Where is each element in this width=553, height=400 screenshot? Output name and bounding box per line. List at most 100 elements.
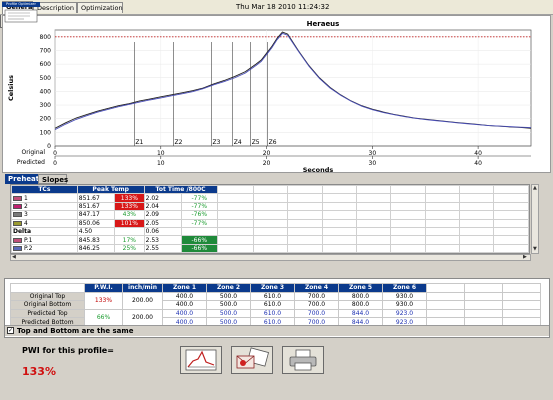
original-axis-label: Original — [22, 149, 46, 156]
empty-cell — [424, 201, 461, 212]
tc-color-swatch[interactable] — [13, 220, 22, 226]
pwi-header: P.W.I. — [84, 283, 123, 293]
y-tick-label: 600 — [40, 61, 52, 68]
peak-temp-pwi: 101% — [114, 218, 145, 228]
zone-value[interactable]: 400.0 — [162, 308, 207, 319]
empty-cell — [287, 201, 323, 212]
empty-cell — [216, 218, 254, 228]
tc-vertical-scrollbar[interactable]: ▲ ▼ — [531, 184, 539, 254]
zone-4-header: Zone 4 — [294, 283, 339, 293]
tc-name-cell: 3 — [11, 210, 78, 220]
profile-optimizer-icon — [4, 9, 38, 23]
profile-graph-icon — [185, 349, 217, 371]
zone-value[interactable]: 610.0 — [250, 308, 295, 319]
zone-value[interactable]: 700.0 — [294, 300, 339, 310]
zone-value[interactable]: 700.0 — [294, 291, 339, 302]
zone-value[interactable]: 400.0 — [162, 300, 207, 310]
tc-name: 2 — [24, 202, 28, 210]
empty-cell — [252, 235, 289, 245]
zone-value[interactable]: 610.0 — [250, 291, 295, 302]
tc-color-swatch[interactable] — [13, 245, 22, 251]
zone-value[interactable]: 500.0 — [206, 300, 251, 310]
tot-time-pwi — [181, 226, 218, 237]
empty-cell — [459, 210, 495, 220]
row-label: Original Top — [10, 291, 85, 302]
peak-temp-value: 4.50 — [76, 226, 116, 237]
zone-value[interactable]: 930.0 — [382, 291, 427, 302]
empty-cell — [216, 210, 254, 220]
tc-col-header: TCs — [11, 185, 78, 195]
top-tab-strip: General Description Optimization Thu Mar… — [0, 0, 553, 15]
tc-name-cell: P.2 — [11, 243, 78, 253]
graph-view-button[interactable] — [180, 346, 222, 374]
peak-temp-header: Peak Temp — [76, 185, 145, 195]
tc-name-cell: Delta — [11, 226, 78, 237]
empty-cell — [424, 235, 461, 245]
tc-name-cell: 4 — [11, 218, 78, 228]
zone-row-original-top: Original Top 133% 200.00 400.0 500.0 610… — [10, 291, 541, 310]
zone-5-header: Zone 5 — [338, 283, 383, 293]
empty-cell — [424, 218, 461, 228]
scroll-down-icon[interactable]: ▼ — [533, 247, 537, 252]
tc-color-swatch[interactable] — [13, 195, 22, 201]
zone-header-row: P.W.I. inch/min Zone 1 Zone 2 Zone 3 Zon… — [10, 283, 541, 293]
speed-original-value[interactable]: 200.00 — [122, 291, 163, 310]
peak-temp-pwi: 133% — [114, 201, 145, 212]
same-settings-checkbox[interactable]: ✓ — [7, 327, 14, 334]
tc-row: 4 850.06 101% 2.05 -77% — [11, 218, 529, 228]
tab-preheat[interactable]: Preheat — [5, 174, 39, 184]
peak-temp-pwi: 43% — [114, 210, 145, 220]
chart-title: Heraeus — [307, 20, 340, 28]
y-tick-label: 300 — [40, 102, 52, 109]
tot-time-value: 2.04 — [143, 201, 183, 212]
tc-color-swatch[interactable] — [13, 212, 22, 218]
empty-cell — [252, 201, 289, 212]
speed-predicted-value[interactable]: 200.00 — [122, 308, 163, 327]
empty-cell — [321, 235, 357, 245]
zone-value[interactable]: 700.0 — [294, 308, 339, 319]
tc-row: 1 851.67 133% 2.02 -77% — [11, 193, 529, 203]
email-report-button[interactable] — [231, 346, 273, 374]
profile-chart: 0100200300400500600700800Z1 Z2 Z3 Z4 Z5 Z6Her… — [7, 20, 532, 174]
zone-value[interactable]: 500.0 — [206, 291, 251, 302]
zone-marker-label: Z4 — [234, 139, 242, 146]
pwi-original-value: 133% — [84, 291, 123, 310]
zone-value[interactable]: 800.0 — [338, 291, 383, 302]
empty-cell — [321, 210, 357, 220]
predicted-axis-tick-label: 40 — [474, 160, 482, 167]
empty-cell — [493, 243, 529, 253]
empty-cell — [355, 243, 392, 253]
zone-value[interactable]: 930.0 — [382, 300, 427, 310]
tc-row: 3 847.17 43% 2.09 -76% — [11, 210, 529, 220]
predicted-axis-tick-label: 10 — [157, 160, 165, 167]
zone-value[interactable]: 923.0 — [382, 308, 427, 319]
scroll-up-icon[interactable]: ▲ — [533, 186, 537, 191]
predicted-axis-label: Predicted — [17, 159, 45, 166]
tab-slopes[interactable]: Slopes — [38, 174, 68, 184]
empty-cell — [355, 210, 392, 220]
peak-temp-value: 851.67 — [76, 201, 116, 212]
empty-cell — [459, 218, 495, 228]
email-report-icon — [236, 347, 269, 369]
tc-horizontal-scrollbar[interactable]: ◀ ▶ — [10, 254, 531, 261]
tc-color-swatch[interactable] — [13, 203, 22, 209]
tc-color-swatch[interactable] — [13, 237, 22, 243]
empty-cell — [390, 210, 426, 220]
scroll-left-icon[interactable]: ◀ — [12, 255, 16, 260]
scroll-right-icon[interactable]: ▶ — [523, 255, 527, 260]
zone-value[interactable]: 800.0 — [338, 300, 383, 310]
zone-value[interactable]: 610.0 — [250, 300, 295, 310]
zone-value[interactable]: 500.0 — [206, 308, 251, 319]
tc-name: P.2 — [24, 244, 33, 252]
empty-cell — [287, 226, 323, 237]
tc-name: 3 — [24, 211, 28, 219]
tab-optimization[interactable]: Optimization — [77, 2, 123, 13]
tot-time-pwi: -77% — [181, 193, 218, 203]
print-button[interactable] — [282, 346, 324, 374]
empty-cell — [459, 201, 495, 212]
profile-optimizer-button[interactable]: Profile Optimizer — [0, 0, 44, 28]
zone-value[interactable]: 844.0 — [338, 308, 383, 319]
empty-cell — [287, 235, 323, 245]
pwi-value: 133% — [22, 365, 56, 378]
zone-value[interactable]: 400.0 — [162, 291, 207, 302]
